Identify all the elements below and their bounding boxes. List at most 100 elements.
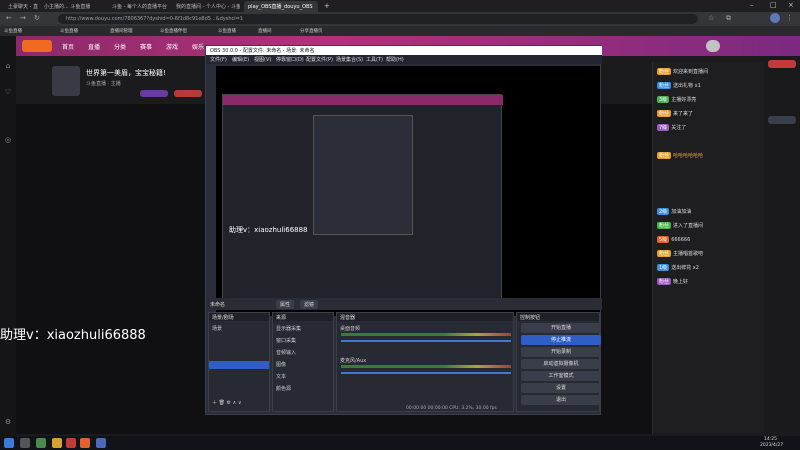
extensions-icon[interactable]: ⧉ <box>726 14 731 23</box>
menu-item[interactable]: 配置文件(P) <box>306 56 333 63</box>
app-icon[interactable] <box>80 438 90 448</box>
browser-icon[interactable] <box>96 438 106 448</box>
obs-window: OBS 30.0.0 - 配置文件: 未命名 - 场景: 未命名 文件(F) 编… <box>205 45 602 415</box>
close-icon[interactable]: × <box>788 1 794 9</box>
exit-button[interactable]: 退出 <box>521 395 601 405</box>
bookmark[interactable]: 斗鱼直播 <box>4 28 22 34</box>
minimize-icon[interactable]: – <box>750 1 754 9</box>
menu-item[interactable]: 文件(F) <box>210 56 227 63</box>
gift-button[interactable] <box>174 90 202 97</box>
chat-message: 1级 送出鲜花 x2 <box>657 264 699 271</box>
site-logo[interactable] <box>22 40 52 52</box>
source-item[interactable]: 音频输入 <box>276 349 296 356</box>
folder-icon[interactable] <box>52 438 62 448</box>
taskbar: 14:25 2023/4/27 <box>0 436 800 450</box>
volume-slider[interactable] <box>341 372 511 374</box>
url-input[interactable]: http://www.douyu.com/7806367?dyshid=0-6f… <box>58 14 698 24</box>
menu-item[interactable]: 场景集合(S) <box>336 56 363 63</box>
back-icon[interactable]: ← <box>6 14 12 22</box>
side-button[interactable] <box>768 116 796 124</box>
controls-dock: 控制按钮 开始直播 停止推流 开始录制 启动虚拟摄像机 工作室模式 设置 退出 <box>516 312 601 412</box>
chat-message: 粉丝 主播唱首歌吧 <box>657 250 704 257</box>
nav-item[interactable]: 游戏 <box>166 42 178 51</box>
nested-site-header <box>223 95 503 105</box>
mixer-channel-label: 桌面音频 <box>340 326 361 332</box>
streamer-avatar[interactable] <box>52 66 80 96</box>
source-item[interactable]: 图像 <box>276 361 286 368</box>
scene-item[interactable]: 场景 <box>212 325 222 332</box>
nav-item[interactable]: 直播 <box>88 42 100 51</box>
nav-item[interactable]: 分类 <box>114 42 126 51</box>
bookmark[interactable]: 斗鱼直播 <box>60 28 78 34</box>
menu-item[interactable]: 编辑(E) <box>232 56 249 63</box>
scenes-dock-header: 场景/剧场 <box>209 313 269 321</box>
start-recording-button[interactable]: 开始录制 <box>521 347 601 357</box>
reload-icon[interactable]: ↻ <box>34 14 40 22</box>
settings-icon[interactable]: ⚙ <box>3 418 13 426</box>
bookmarks-bar: 斗鱼直播 斗鱼直播 直播间管理 斗鱼直播伴侣 斗鱼直播 直播间 分享直播页 <box>0 26 800 36</box>
recharge-button[interactable] <box>768 60 796 68</box>
chat-message: 3级 主播好漂亮 <box>657 96 697 103</box>
browser-tab[interactable]: 小主播的... 斗鱼直播 <box>40 1 90 12</box>
chat-panel: 粉丝 欢迎来到直播间 粉丝 送出礼物 x1 3级 主播好漂亮 粉丝 来了来了 7级 关注了… <box>652 62 764 434</box>
virtual-camera-button[interactable]: 启动虚拟摄像机 <box>521 359 601 369</box>
profile-avatar[interactable] <box>770 13 780 23</box>
source-item[interactable]: 窗口采集 <box>276 337 296 344</box>
star-icon[interactable]: ☆ <box>708 14 714 22</box>
properties-button[interactable]: 属性 <box>276 300 295 309</box>
bookmark[interactable]: 斗鱼直播伴侣 <box>160 28 187 34</box>
bookmark[interactable]: 直播间 <box>258 28 272 34</box>
app-icon[interactable] <box>66 438 76 448</box>
menu-item[interactable]: 工具(T) <box>366 56 383 63</box>
bookmark[interactable]: 斗鱼直播 <box>218 28 236 34</box>
nav-item[interactable]: 赛事 <box>140 42 152 51</box>
volume-slider[interactable] <box>341 340 511 342</box>
source-item[interactable]: 显示器采集 <box>276 325 301 332</box>
browser-tab-active[interactable]: play_OBS直播_douyu_OBS <box>244 1 318 12</box>
scene-item-selected[interactable] <box>209 361 269 369</box>
audio-mixer-dock: 混音器 桌面音频 麦克风/Aux <box>336 312 514 412</box>
stop-streaming-button[interactable]: 停止推流 <box>521 335 601 345</box>
nav-item[interactable]: 娱乐 <box>192 42 204 51</box>
follow-icon[interactable]: ♡ <box>3 88 13 96</box>
obs-title-bar: OBS 30.0.0 - 配置文件: 未命名 - 场景: 未命名 <box>206 46 602 55</box>
browser-tab[interactable]: 土豪聊天 - 直播间 <box>4 1 38 12</box>
source-item[interactable]: 文本 <box>276 373 286 380</box>
browser-tab-bar: 土豪聊天 - 直播间 小主播的... 斗鱼直播 斗鱼 - 每个人的直播平台 我的… <box>0 0 800 12</box>
menu-item[interactable]: 视图(V) <box>254 56 271 63</box>
start-streaming-button[interactable]: 开始直播 <box>521 323 601 333</box>
clock-date: 2023/4/27 <box>760 443 784 448</box>
studio-mode-button[interactable]: 工作室模式 <box>521 371 601 381</box>
home-icon[interactable]: ⌂ <box>3 62 13 70</box>
user-avatar[interactable] <box>706 40 720 52</box>
search-icon[interactable] <box>20 438 30 448</box>
bookmark[interactable]: 分享直播页 <box>300 28 323 34</box>
filters-button[interactable]: 滤镜 <box>300 300 319 309</box>
clock-time: 14:25 <box>764 437 777 442</box>
bookmark[interactable]: 直播间管理 <box>110 28 133 34</box>
browser-tab[interactable]: 斗鱼 - 每个人的直播平台 <box>108 1 168 12</box>
discover-icon[interactable]: ◎ <box>3 136 13 144</box>
sources-dock: 来源 显示器采集 窗口采集 音频输入 图像 文本 颜色源 <box>272 312 334 412</box>
menu-item[interactable]: 停靠窗口(D) <box>276 56 304 63</box>
maximize-icon[interactable]: □ <box>770 1 777 9</box>
obs-source-toolbar: 未命名 属性 滤镜 <box>206 298 602 310</box>
scene-add-icon[interactable]: ＋ 🗑 ⚙ ∧ ∨ <box>212 399 242 406</box>
chat-message: 粉丝 哈哈哈哈哈哈 <box>657 152 704 159</box>
browser-tab[interactable]: 我的直播间 - 个人中心 - 斗鱼 <box>172 1 240 12</box>
obs-preview-canvas[interactable]: 助理v：xiaozhuli66888 <box>216 66 600 316</box>
app-icon[interactable] <box>36 438 46 448</box>
watermark-overlay-text: 助理v：xiaozhuli66888 <box>0 328 146 343</box>
start-menu-icon[interactable] <box>4 438 14 448</box>
menu-item[interactable]: 帮助(H) <box>386 56 404 63</box>
chat-message: 粉丝 欢迎来到直播间 <box>657 68 709 75</box>
new-tab-icon[interactable]: + <box>324 2 330 10</box>
nav-item[interactable]: 首页 <box>62 42 74 51</box>
menu-icon[interactable]: ⋮ <box>786 14 793 22</box>
left-rail: ⌂ ♡ ◎ ⚙ <box>0 36 16 436</box>
follow-button[interactable] <box>140 90 168 97</box>
source-item[interactable]: 颜色源 <box>276 385 291 392</box>
obs-status-bar: 00:00:00 00:00:00 CPU: 3.2%, 30.00 fps <box>406 406 497 411</box>
forward-icon[interactable]: → <box>20 14 26 22</box>
settings-button[interactable]: 设置 <box>521 383 601 393</box>
